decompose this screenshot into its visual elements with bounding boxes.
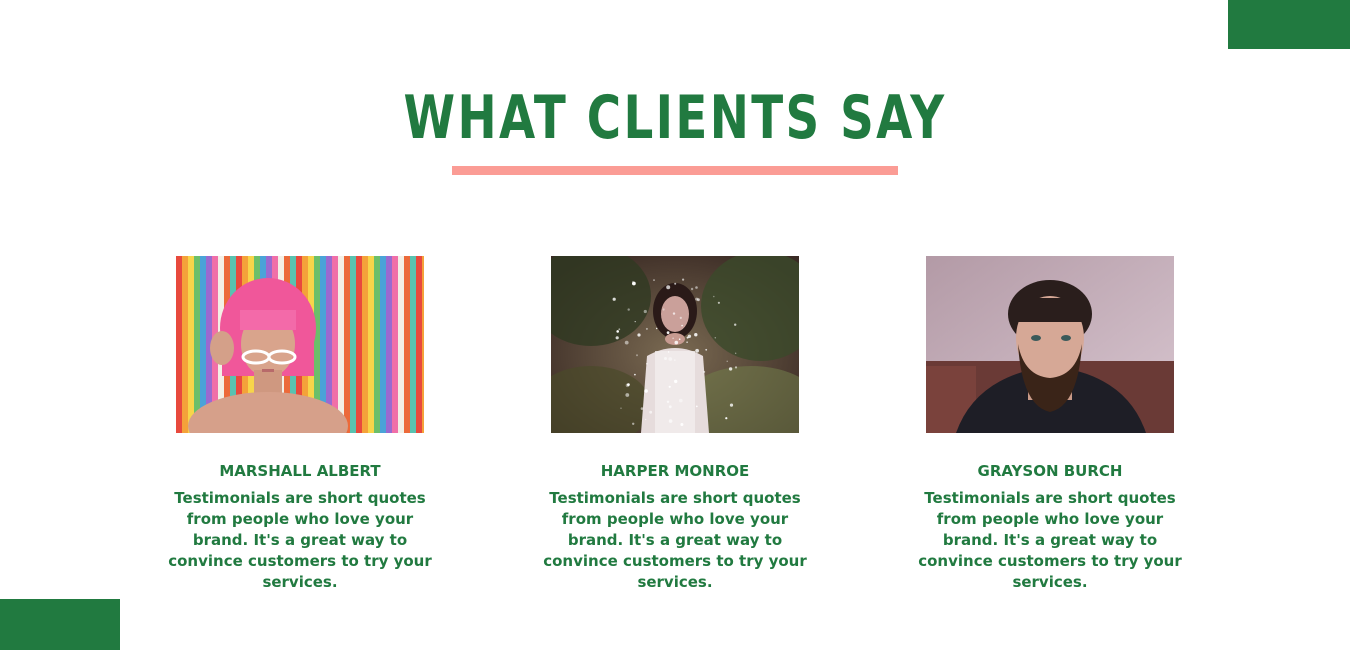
testimonial-card: MARSHALL ALBERT Testimonials are short q… [150, 256, 450, 593]
client-photo [551, 256, 799, 433]
section-heading: WHAT CLIENTS SAY [403, 83, 947, 153]
client-name: HARPER MONROE [600, 462, 750, 480]
heading-underline [452, 166, 898, 175]
client-photo [926, 256, 1174, 433]
client-photo [176, 256, 424, 433]
testimonial-card: GRAYSON BURCH Testimonials are short quo… [900, 256, 1200, 593]
testimonial-quote: Testimonials are short quotes from peopl… [543, 489, 807, 591]
client-name: GRAYSON BURCH [977, 462, 1123, 480]
corner-accent-bottom-left [0, 599, 120, 650]
testimonial-card: HARPER MONROE Testimonials are short quo… [525, 256, 825, 593]
client-name: MARSHALL ALBERT [219, 462, 381, 480]
testimonial-quote: Testimonials are short quotes from peopl… [168, 489, 432, 591]
corner-accent-top-right [1228, 0, 1350, 49]
testimonial-quote: Testimonials are short quotes from peopl… [918, 489, 1182, 591]
